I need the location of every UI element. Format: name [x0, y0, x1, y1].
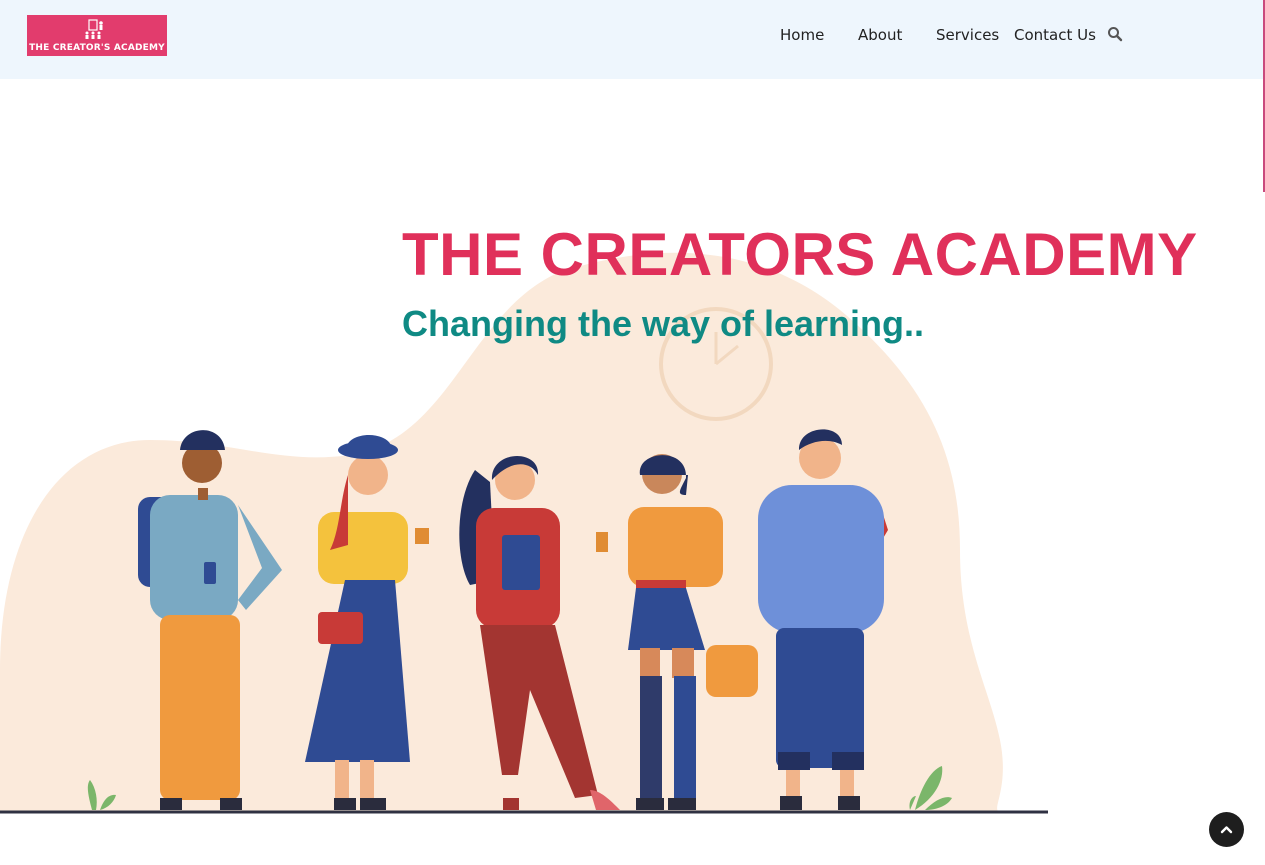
scroll-to-top-button[interactable]: [1209, 812, 1244, 847]
hero-title: THE CREATORS ACADEMY: [402, 221, 1198, 288]
page: THE CREATOR'S ACADEMY Home About Service…: [0, 0, 1265, 865]
hero-subtitle: Changing the way of learning..: [402, 303, 925, 344]
chevron-up-icon: [1220, 826, 1233, 834]
site-header: THE CREATOR'S ACADEMY Home About Service…: [0, 0, 1265, 79]
brand-logo[interactable]: THE CREATOR'S ACADEMY: [27, 15, 167, 56]
search-icon[interactable]: [1107, 26, 1123, 42]
logo-text: THE CREATOR'S ACADEMY: [29, 43, 165, 53]
nav-about[interactable]: About: [858, 26, 902, 44]
nav-home[interactable]: Home: [780, 26, 824, 44]
nav-contact-us[interactable]: Contact Us: [1014, 26, 1096, 44]
nav-services[interactable]: Services: [936, 26, 999, 44]
